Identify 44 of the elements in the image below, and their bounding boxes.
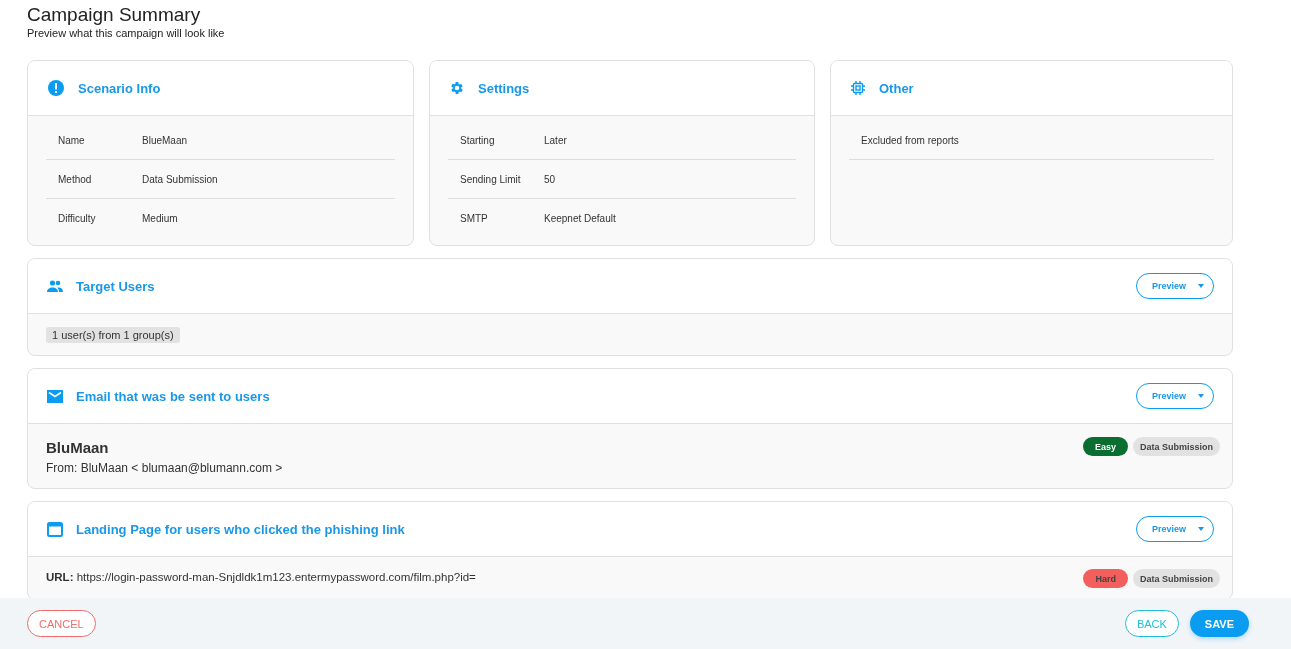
caret-icon bbox=[1198, 394, 1204, 398]
preview-button[interactable]: Preview bbox=[1136, 273, 1214, 299]
row-label: Starting bbox=[459, 134, 496, 146]
section-title: Landing Page for users who clicked the phishing link bbox=[76, 521, 406, 537]
section-title: Email that was be sent to users bbox=[76, 388, 271, 404]
row-value: 50 bbox=[544, 173, 556, 185]
page-subtitle: Preview what this campaign will look like bbox=[27, 26, 226, 40]
settings-icon bbox=[449, 80, 465, 96]
preview-button[interactable]: Preview bbox=[1136, 516, 1214, 542]
row-label: SMTP bbox=[459, 212, 489, 224]
recipients-chip: 1 user(s) from 1 group(s) bbox=[46, 327, 180, 343]
row-label: Method bbox=[57, 173, 93, 185]
method-tag: Data Submission bbox=[1133, 569, 1220, 588]
chip-icon bbox=[850, 80, 866, 96]
info-icon bbox=[47, 79, 65, 97]
difficulty-tag: Hard bbox=[1083, 569, 1128, 588]
card-title: Other bbox=[879, 80, 914, 96]
browser-window-icon bbox=[47, 521, 63, 537]
row-label: Difficulty bbox=[57, 212, 97, 224]
cancel-button[interactable]: CANCEL bbox=[27, 610, 96, 637]
method-tag: Data Submission bbox=[1133, 437, 1220, 456]
landing-url: URL: https://login-password-man-Snjdldk1m123.entermypassword.com/film.php?id= bbox=[46, 570, 476, 583]
save-button[interactable]: SAVE bbox=[1189, 610, 1249, 637]
email-name: BluMaan bbox=[46, 438, 110, 458]
row-value: Medium bbox=[142, 212, 178, 224]
row-label: Name bbox=[57, 134, 86, 146]
row-value: Data Submission bbox=[142, 173, 218, 185]
email-sender: From: BluMaan < blumaan@blumann.com > bbox=[46, 461, 283, 475]
row-label: Sending Limit bbox=[459, 173, 522, 185]
envelope-icon bbox=[47, 389, 63, 403]
preview-button[interactable]: Preview bbox=[1136, 383, 1214, 409]
row-value: Keepnet Default bbox=[544, 212, 616, 224]
users-icon bbox=[47, 280, 63, 292]
row-label: Excluded from reports bbox=[860, 134, 959, 146]
back-button[interactable]: BACK bbox=[1124, 610, 1179, 637]
section-title: Target Users bbox=[76, 278, 156, 294]
card-title: Scenario Info bbox=[78, 80, 161, 96]
row-value: Later bbox=[544, 134, 567, 146]
difficulty-tag: Easy bbox=[1082, 437, 1128, 456]
page-title: Campaign Summary bbox=[27, 4, 202, 26]
caret-icon bbox=[1198, 284, 1204, 288]
row-value: BlueMaan bbox=[142, 134, 188, 146]
caret-icon bbox=[1198, 527, 1204, 531]
card-title: Settings bbox=[478, 80, 530, 96]
